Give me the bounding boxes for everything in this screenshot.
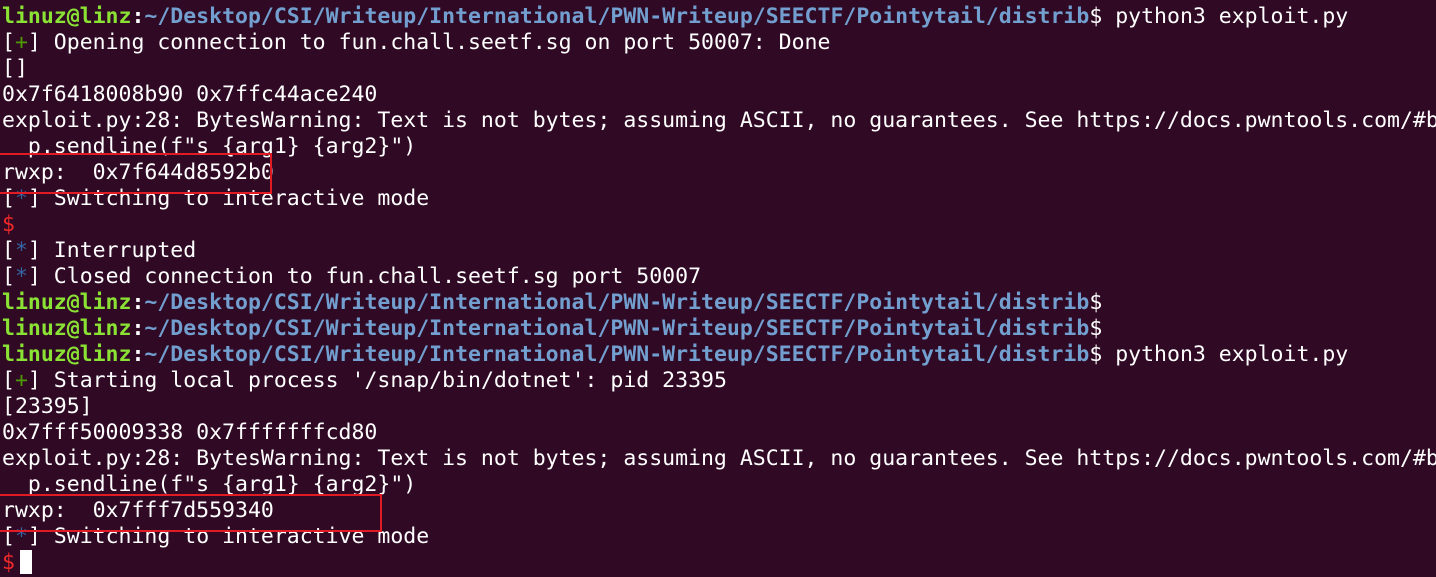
star-icon: * bbox=[14, 264, 28, 289]
bracket-open: [ bbox=[2, 238, 15, 263]
prompt-user: linuz@linz bbox=[2, 316, 132, 341]
highlight-box-local-rwxp bbox=[0, 494, 382, 532]
bracket-open: [ bbox=[2, 30, 15, 55]
prompt-dollar: $ bbox=[1089, 342, 1103, 367]
output-line: [+] Opening connection to fun.chall.seet… bbox=[2, 30, 830, 56]
prompt-path: ~/Desktop/CSI/Writeup/International/PWN-… bbox=[144, 316, 1090, 341]
prompt-line: linuz@linz:~/Desktop/CSI/Writeup/Interna… bbox=[2, 342, 1348, 368]
prompt-line: linuz@linz:~/Desktop/CSI/Writeup/Interna… bbox=[2, 316, 1102, 342]
bracket-open: [ bbox=[2, 264, 15, 289]
bracket-close: ] bbox=[27, 238, 41, 263]
bracket-close: ] bbox=[27, 30, 41, 55]
prompt-dollar: $ bbox=[1089, 316, 1103, 341]
interactive-prompt: $ bbox=[2, 212, 15, 238]
bracket-open: [ bbox=[2, 368, 15, 393]
text-cursor[interactable] bbox=[19, 550, 32, 574]
output-text: Closed connection to fun.chall.seetf.sg … bbox=[40, 264, 702, 289]
prompt-colon: : bbox=[131, 4, 145, 29]
interactive-prompt[interactable]: $ bbox=[2, 550, 32, 576]
plus-icon: + bbox=[14, 30, 28, 55]
output-text: Opening connection to fun.chall.seetf.sg… bbox=[40, 30, 831, 55]
command-text: python3 exploit.py bbox=[1102, 342, 1349, 367]
prompt-colon: : bbox=[131, 290, 145, 315]
highlight-box-remote-rwxp bbox=[0, 153, 272, 194]
prompt-colon: : bbox=[131, 342, 145, 367]
prompt-line: linuz@linz:~/Desktop/CSI/Writeup/Interna… bbox=[2, 290, 1102, 316]
output-line: [] bbox=[2, 56, 28, 81]
prompt-colon: : bbox=[131, 316, 145, 341]
dollar-sign: $ bbox=[2, 550, 15, 575]
prompt-line: linuz@linz:~/Desktop/CSI/Writeup/Interna… bbox=[2, 4, 1348, 30]
plus-icon: + bbox=[14, 368, 28, 393]
dollar-sign: $ bbox=[2, 212, 15, 237]
output-line: [*] Closed connection to fun.chall.seetf… bbox=[2, 264, 701, 290]
output-line: [23395] bbox=[2, 394, 93, 419]
command-text: python3 exploit.py bbox=[1102, 4, 1349, 29]
output-text: Starting local process '/snap/bin/dotnet… bbox=[40, 368, 727, 393]
prompt-user: linuz@linz bbox=[2, 290, 132, 315]
output-text: Interrupted bbox=[40, 238, 197, 263]
output-line: 0x7f6418008b90 0x7ffc44ace240 bbox=[2, 82, 378, 107]
bracket-close: ] bbox=[27, 368, 41, 393]
prompt-user: linuz@linz bbox=[2, 4, 132, 29]
prompt-path: ~/Desktop/CSI/Writeup/International/PWN-… bbox=[144, 4, 1090, 29]
prompt-path: ~/Desktop/CSI/Writeup/International/PWN-… bbox=[144, 290, 1090, 315]
prompt-user: linuz@linz bbox=[2, 342, 132, 367]
warning-line: exploit.py:28: BytesWarning: Text is not… bbox=[2, 108, 1436, 133]
terminal-window[interactable]: linuz@linz:~/Desktop/CSI/Writeup/Interna… bbox=[0, 0, 1436, 577]
output-line: [*] Interrupted bbox=[2, 238, 196, 264]
bracket-close: ] bbox=[27, 264, 41, 289]
output-line: 0x7fff50009338 0x7fffffffcd80 bbox=[2, 420, 378, 445]
prompt-path: ~/Desktop/CSI/Writeup/International/PWN-… bbox=[144, 342, 1090, 367]
star-icon: * bbox=[14, 238, 28, 263]
output-line: [+] Starting local process '/snap/bin/do… bbox=[2, 368, 727, 394]
warning-line: exploit.py:28: BytesWarning: Text is not… bbox=[2, 446, 1436, 471]
prompt-dollar: $ bbox=[1089, 4, 1103, 29]
prompt-dollar: $ bbox=[1089, 290, 1103, 315]
